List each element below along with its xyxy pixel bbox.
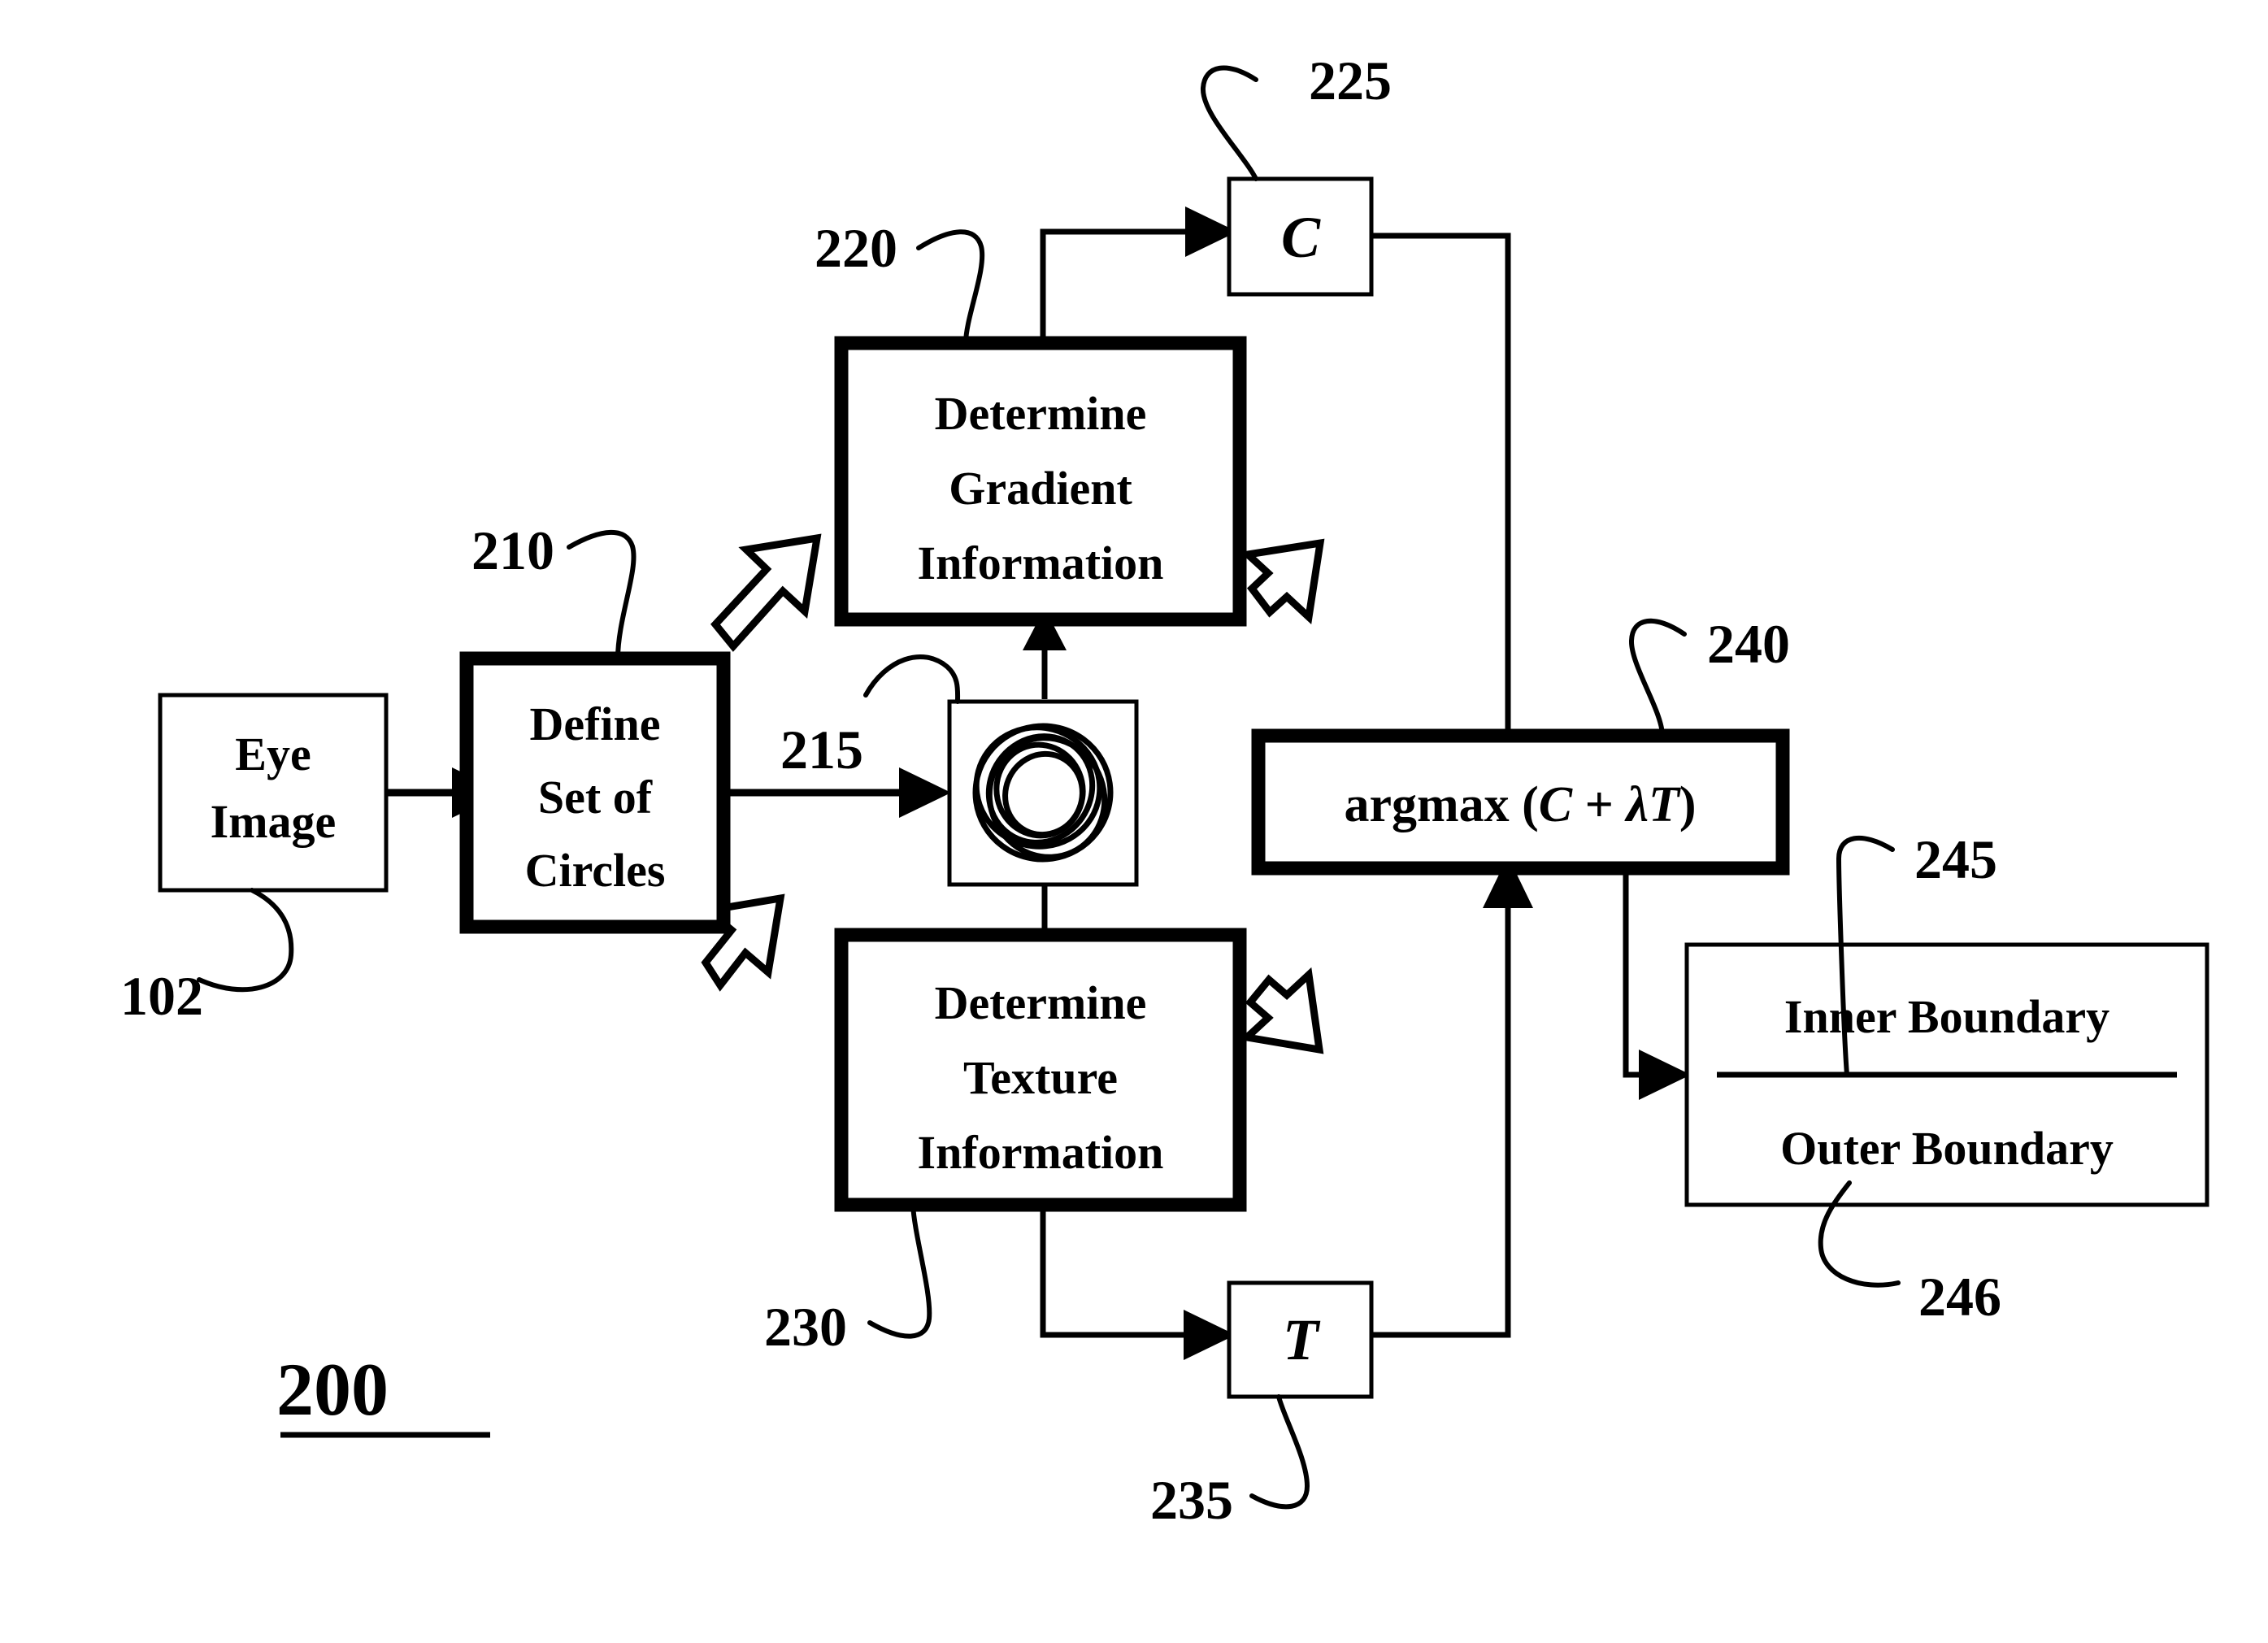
texture-line2: Texture (963, 1051, 1118, 1104)
c-symbol: C (1281, 205, 1321, 270)
t-symbol: T (1283, 1307, 1321, 1372)
define-circles-line3: Circles (525, 844, 666, 897)
eye-image-line1: Eye (235, 728, 311, 780)
define-circles-line2: Set of (538, 771, 653, 824)
eye-image-line2: Image (211, 795, 337, 848)
argmax-suffix: ) (1679, 777, 1697, 832)
ref-245: 245 (1914, 828, 1997, 890)
texture-line1: Determine (935, 976, 1147, 1029)
gradient-line2: Gradient (949, 462, 1132, 515)
inner-boundary-label: Inner Boundary (1784, 990, 2109, 1043)
ref-230: 230 (764, 1296, 847, 1358)
argmax-prefix: argmax ( (1344, 777, 1538, 832)
outer-boundary-label: Outer Boundary (1780, 1122, 2114, 1175)
figure-number: 200 (276, 1348, 389, 1431)
ref-102: 102 (120, 965, 203, 1027)
argmax-lambda: λ (1623, 777, 1649, 832)
ref-235: 235 (1150, 1469, 1233, 1531)
ref-220: 220 (815, 217, 897, 279)
define-circles-line1: Define (529, 698, 660, 750)
gradient-line1: Determine (935, 387, 1147, 440)
argmax-operator: + (1572, 777, 1626, 832)
argmax-formula: argmax (C + λT) (1344, 777, 1696, 832)
text-layer: Eye Image Define Set of Circles Determin… (120, 50, 2114, 1531)
patent-figure-200: Eye Image Define Set of Circles Determin… (0, 0, 2268, 1643)
argmax-term-c: C (1539, 777, 1573, 832)
ref-210: 210 (471, 519, 554, 581)
ref-240: 240 (1707, 613, 1790, 675)
ref-246: 246 (1918, 1266, 2001, 1328)
texture-line3: Information (918, 1126, 1164, 1179)
gradient-line3: Information (918, 537, 1164, 589)
argmax-term-t: T (1649, 777, 1681, 832)
ref-215: 215 (780, 719, 863, 780)
ref-225: 225 (1309, 50, 1392, 111)
